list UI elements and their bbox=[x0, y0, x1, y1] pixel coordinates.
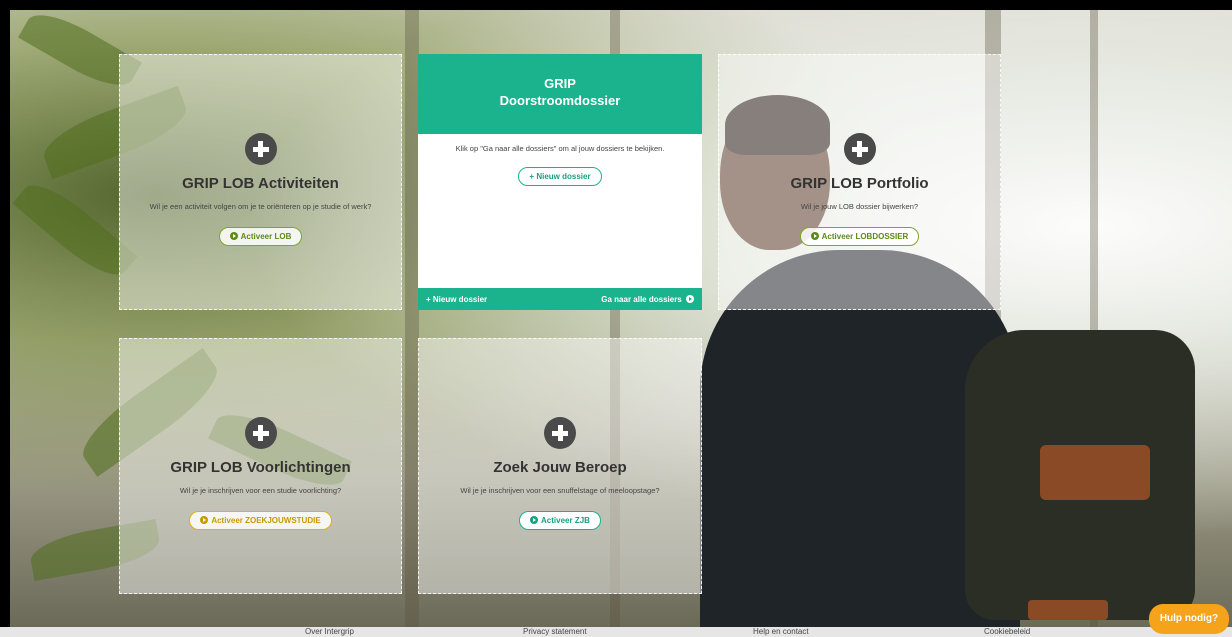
card-lob-voorlichtingen: GRIP LOB Voorlichtingen Wil je je inschr… bbox=[119, 338, 402, 594]
card-title-line1: GRIP bbox=[544, 76, 576, 91]
card-title: GRIP LOB Voorlichtingen bbox=[170, 459, 351, 476]
arrow-circle-icon bbox=[200, 516, 209, 524]
plus-icon[interactable] bbox=[244, 133, 277, 165]
activeer-zoekjouwstudie-button[interactable]: Activeer ZOEKJOUWSTUDIE bbox=[189, 511, 332, 530]
card-footer: + Nieuw dossier Ga naar alle dossiers bbox=[418, 288, 702, 310]
nieuw-dossier-button[interactable]: + Nieuw dossier bbox=[518, 167, 602, 186]
activeer-lobdossier-button[interactable]: Activeer LOBDOSSIER bbox=[799, 227, 920, 246]
card-title: Zoek Jouw Beroep bbox=[493, 459, 627, 476]
activeer-zjb-button[interactable]: Activeer ZJB bbox=[519, 511, 601, 530]
arrow-circle-icon bbox=[686, 294, 694, 303]
footer-link-help[interactable]: Help en contact bbox=[753, 627, 809, 637]
window-frame bbox=[405, 10, 419, 627]
backpack-strap bbox=[1040, 445, 1150, 500]
card-title-line2: Doorstroomdossier bbox=[499, 93, 621, 108]
card-zoek-jouw-beroep: Zoek Jouw Beroep Wil je je inschrijven v… bbox=[418, 338, 702, 594]
page-footer: Over Intergrip Privacy statement Help en… bbox=[0, 627, 1232, 637]
plus-icon[interactable] bbox=[244, 417, 277, 449]
card-subtitle: Wil je een activiteit volgen om je te or… bbox=[149, 202, 372, 211]
card-title: GRIP LOB Portfolio bbox=[790, 175, 929, 192]
backpack-strap bbox=[1028, 600, 1108, 620]
card-header: GRIP Doorstroomdossier bbox=[418, 54, 702, 134]
footer-alle-dossiers-link[interactable]: Ga naar alle dossiers bbox=[601, 294, 694, 304]
arrow-circle-icon bbox=[229, 232, 238, 240]
help-button[interactable]: Hulp nodig? bbox=[1149, 604, 1229, 634]
card-subtitle: Wil je jouw LOB dossier bijwerken? bbox=[800, 202, 919, 211]
card-hint: Klik op "Ga naar alle dossiers" om al jo… bbox=[455, 144, 665, 153]
card-lob-portfolio: GRIP LOB Portfolio Wil je jouw LOB dossi… bbox=[718, 54, 1001, 310]
footer-link-over-intergrip[interactable]: Over Intergrip bbox=[305, 627, 354, 637]
arrow-circle-icon bbox=[810, 232, 819, 240]
card-lob-activiteiten: GRIP LOB Activiteiten Wil je een activit… bbox=[119, 54, 402, 310]
arrow-circle-icon bbox=[530, 516, 539, 524]
plus-icon[interactable] bbox=[544, 417, 576, 449]
footer-link-privacy[interactable]: Privacy statement bbox=[523, 627, 587, 637]
card-title: GRIP LOB Activiteiten bbox=[182, 175, 339, 192]
activeer-lob-button[interactable]: Activeer LOB bbox=[218, 227, 303, 246]
card-subtitle: Wil je je inschrijven voor een snuffelst… bbox=[460, 486, 660, 495]
footer-link-cookie[interactable]: Cookiebeleid bbox=[984, 627, 1030, 637]
card-subtitle: Wil je je inschrijven voor een studie vo… bbox=[179, 486, 342, 495]
card-doorstroomdossier: GRIP Doorstroomdossier Klik op "Ga naar … bbox=[418, 54, 702, 310]
footer-nieuw-dossier-link[interactable]: + Nieuw dossier bbox=[426, 295, 487, 304]
plus-icon[interactable] bbox=[843, 133, 876, 165]
